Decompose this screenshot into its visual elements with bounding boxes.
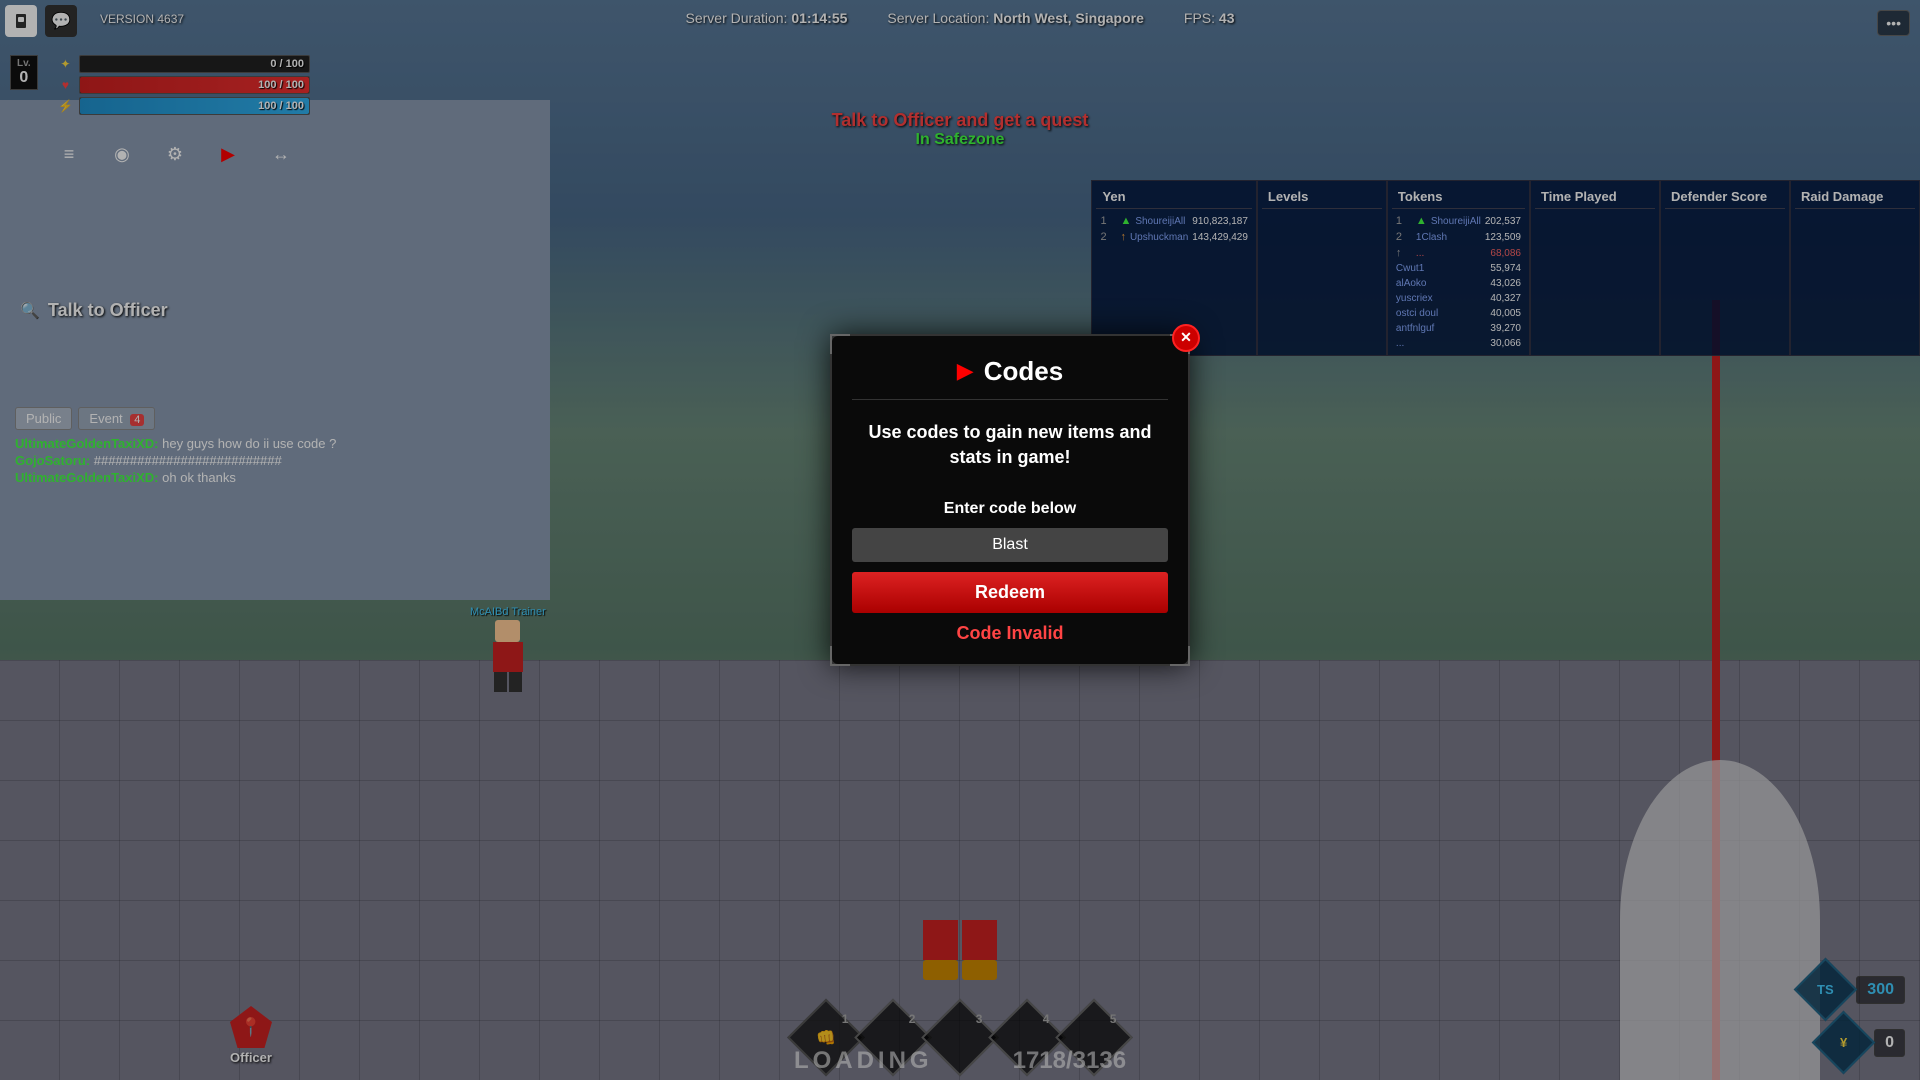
modal-title: Codes: [984, 356, 1063, 387]
code-invalid-message: Code Invalid: [852, 623, 1168, 644]
youtube-icon: ▶: [957, 358, 974, 384]
modal-close-button[interactable]: ✕: [1172, 324, 1200, 352]
enter-code-label: Enter code below: [852, 500, 1168, 518]
corner-tl: [830, 334, 850, 354]
codes-modal: ✕ ▶ Codes Use codes to gain new items an…: [830, 334, 1190, 666]
redeem-button[interactable]: Redeem: [852, 572, 1168, 613]
corner-bl: [830, 646, 850, 666]
modal-title-row: ▶ Codes: [852, 356, 1168, 400]
corner-br: [1170, 646, 1190, 666]
modal-description: Use codes to gain new items and stats in…: [852, 420, 1168, 470]
code-input-field[interactable]: [852, 528, 1168, 562]
modal-overlay: ✕ ▶ Codes Use codes to gain new items an…: [0, 0, 1920, 1080]
